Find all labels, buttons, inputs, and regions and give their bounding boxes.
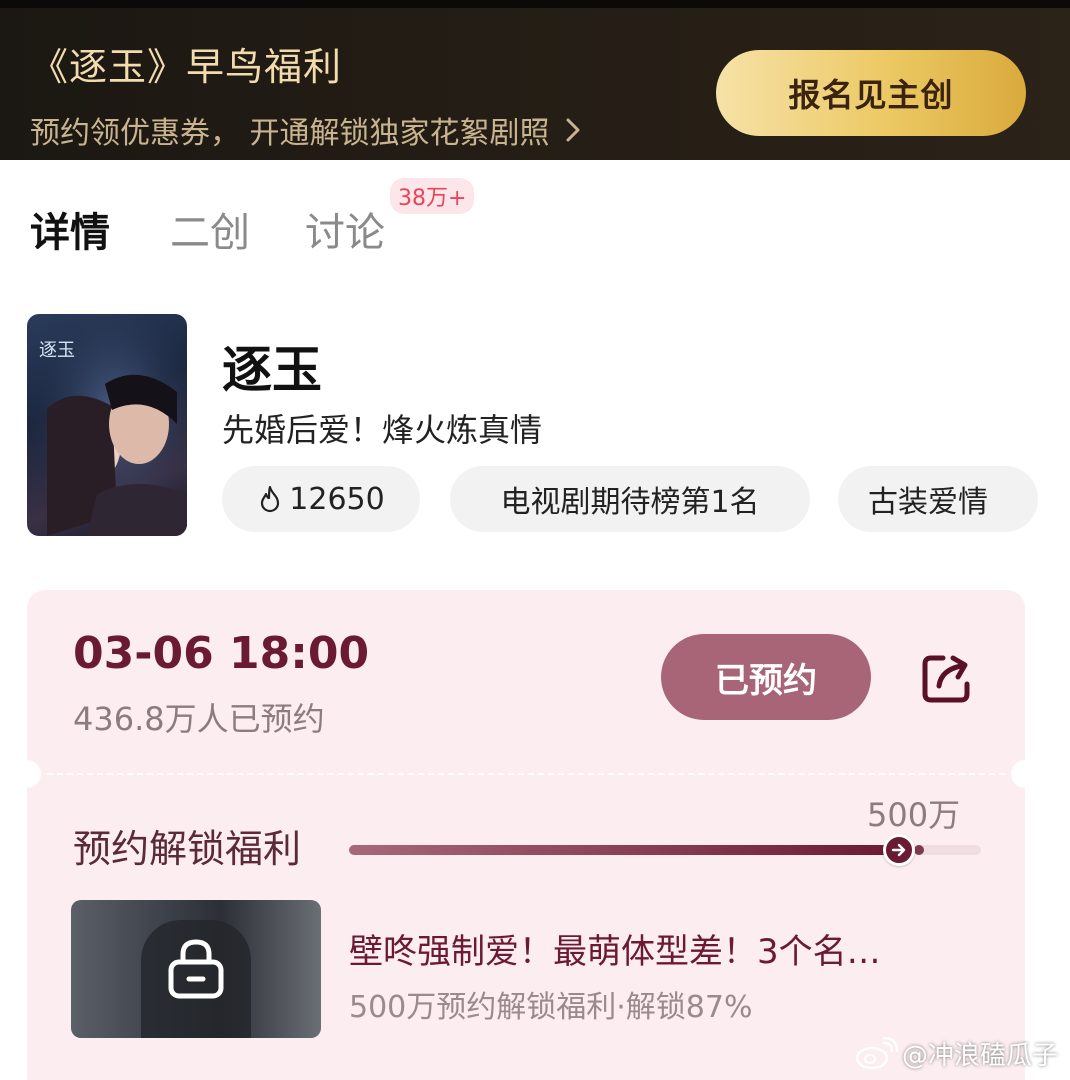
tab-fan-creations[interactable]: 二创: [170, 200, 250, 258]
premiere-datetime: 03-06 18:00: [73, 628, 370, 679]
chevron-right-icon: [566, 118, 580, 142]
ranking-chip[interactable]: 电视剧期待榜第1名: [450, 466, 810, 532]
reservation-count: 436.8万人已预约: [73, 700, 325, 738]
benefit-title[interactable]: 壁咚强制爱！最萌体型差！3个名…: [349, 924, 969, 973]
heat-chip[interactable]: 12650: [222, 466, 420, 532]
watermark-text: @冲浪磕瓜子: [901, 1041, 1058, 1071]
unlock-progress-bar: [349, 834, 981, 866]
ticket-notch-left: [13, 760, 41, 788]
reservation-card: 03-06 18:00 436.8万人已预约 已预约 预约解锁福利 500万 壁…: [13, 590, 1039, 1080]
benefit-thumbnail[interactable]: [71, 900, 321, 1038]
banner-subtitle[interactable]: 预约领优惠券， 开通解锁独家花絮剧照: [30, 108, 584, 152]
poster-image: 逐玉: [27, 314, 187, 536]
poster-title-text: 逐玉: [39, 340, 75, 361]
heat-value: 12650: [289, 481, 385, 517]
reserved-button[interactable]: 已预约: [661, 634, 871, 720]
banner-subtitle-text: 预约领优惠券， 开通解锁独家花絮剧照: [30, 116, 550, 151]
share-icon[interactable]: [917, 648, 977, 708]
banner-title: 《逐玉》早鸟福利: [30, 45, 343, 89]
progress-fill: [349, 845, 899, 855]
tab-discussion[interactable]: 讨论: [305, 200, 385, 258]
signup-meet-creators-button[interactable]: 报名见主创: [716, 50, 1026, 136]
milestone-label: 500万: [867, 796, 961, 834]
show-poster[interactable]: 逐玉: [27, 314, 187, 536]
lock-icon: [168, 939, 224, 999]
ticket-notch-right: [1011, 760, 1039, 788]
weibo-logo-icon: [855, 1036, 898, 1069]
unlock-benefits-label: 预约解锁福利: [73, 827, 302, 871]
show-slogan: 先婚后爱！烽火炼真情: [222, 411, 543, 449]
benefit-subtitle: 500万预约解锁福利·解锁87%: [349, 990, 753, 1025]
milestone-dot: [914, 845, 924, 855]
promo-banner[interactable]: 《逐玉》早鸟福利 预约领优惠券， 开通解锁独家花絮剧照 报名见主创: [0, 0, 1070, 160]
progress-knob: [883, 834, 915, 866]
ticket-divider: [47, 773, 1005, 775]
discussion-count-badge: 38万+: [390, 178, 475, 214]
genre-chip[interactable]: 古装爱情: [838, 466, 1038, 532]
arrow-right-icon: [891, 843, 906, 857]
show-title: 逐玉: [222, 341, 322, 399]
tab-details[interactable]: 详情: [30, 200, 110, 258]
flame-icon: [261, 485, 280, 513]
weibo-watermark: @冲浪磕瓜子: [854, 1035, 1058, 1072]
show-tags: 12650 电视剧期待榜第1名 古装爱情: [222, 466, 1070, 532]
